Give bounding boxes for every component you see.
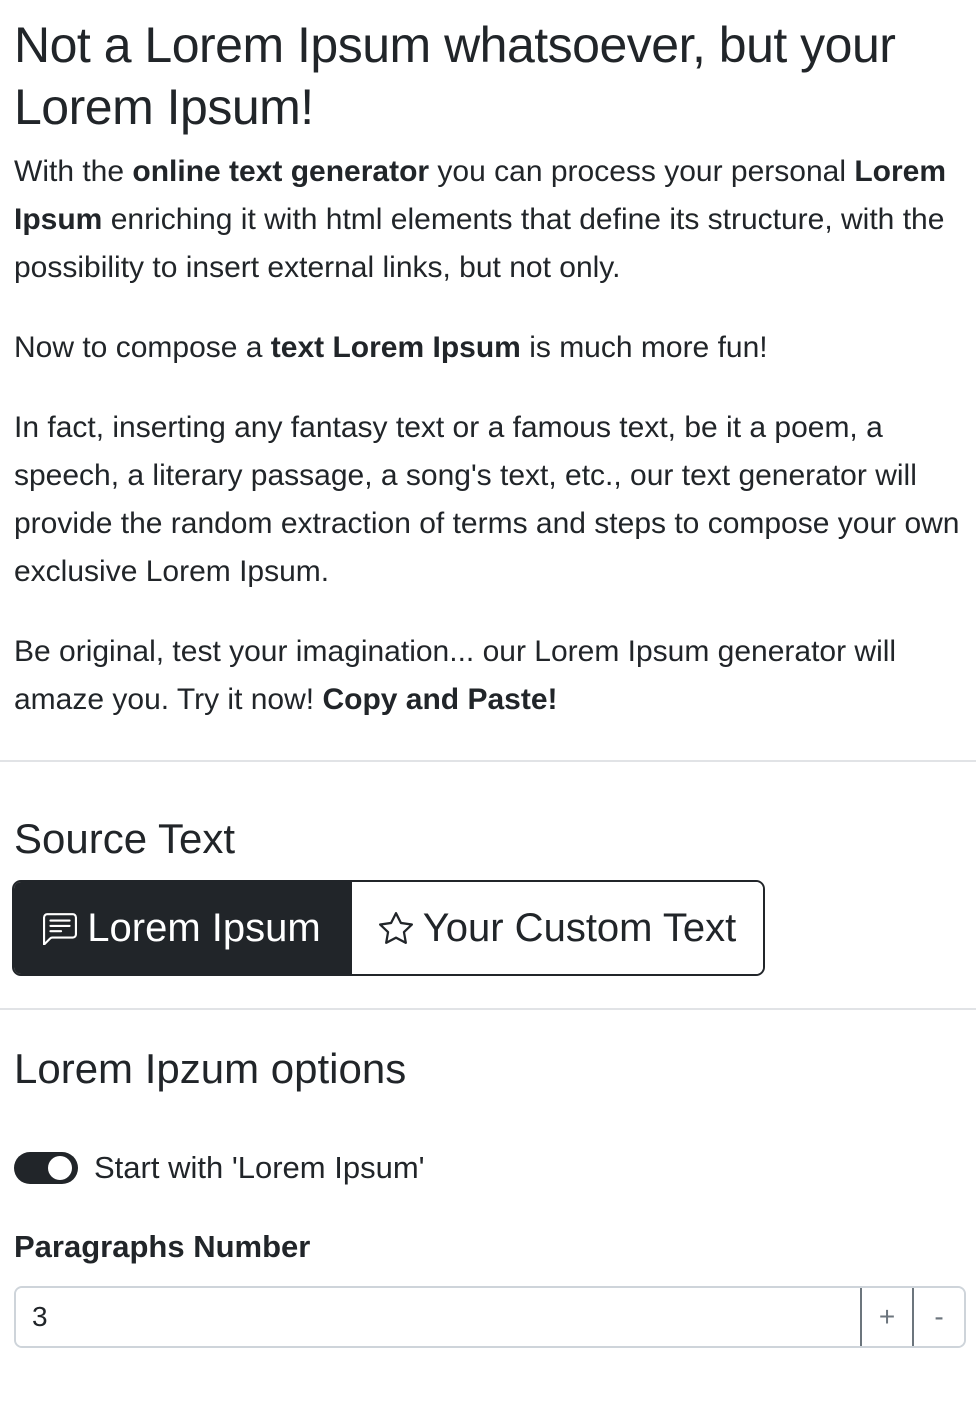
start-with-lorem-label[interactable]: Start with 'Lorem Ipsum' bbox=[94, 1150, 425, 1186]
options-heading: Lorem Ipzum options bbox=[14, 1045, 407, 1092]
custom-text-option-label: Your Custom Text bbox=[422, 905, 737, 950]
intro-p1-text-3: enriching it with html elements that def… bbox=[14, 203, 945, 284]
decrement-button[interactable]: - bbox=[912, 1288, 964, 1346]
increment-button[interactable]: + bbox=[860, 1288, 912, 1346]
chat-text-icon bbox=[43, 911, 78, 945]
star-icon bbox=[378, 911, 413, 945]
toggle-knob bbox=[48, 1156, 72, 1180]
intro-paragraph-2: Now to compose a text Lorem Ipsum is muc… bbox=[14, 324, 962, 372]
intro-p4-bold-1: Copy and Paste! bbox=[322, 683, 558, 716]
lorem-ipsum-option-button[interactable]: Lorem Ipsum bbox=[14, 882, 350, 974]
paragraphs-number-input-group: + - bbox=[14, 1286, 966, 1348]
source-text-heading: Source Text bbox=[14, 815, 236, 862]
intro-p1-text-2: you can process your personal bbox=[429, 155, 855, 188]
start-with-lorem-switch-row: Start with 'Lorem Ipsum' bbox=[14, 1148, 976, 1188]
custom-text-option-button[interactable]: Your Custom Text bbox=[350, 882, 763, 974]
intro-p1-bold-1: online text generator bbox=[132, 155, 430, 188]
intro-paragraph-4: Be original, test your imagination... ou… bbox=[14, 628, 962, 724]
paragraphs-number-input[interactable] bbox=[16, 1288, 860, 1346]
page-title: Not a Lorem Ipsum whatsoever, but your L… bbox=[14, 17, 896, 135]
lorem-ipsum-option-label: Lorem Ipsum bbox=[87, 905, 321, 950]
source-text-toggle-group: Lorem Ipsum Your Custom Text bbox=[12, 880, 765, 976]
divider bbox=[0, 1008, 976, 1010]
divider bbox=[0, 760, 976, 762]
start-with-lorem-toggle[interactable] bbox=[14, 1152, 78, 1184]
paragraphs-number-label: Paragraphs Number bbox=[14, 1229, 311, 1264]
intro-paragraph-3: In fact, inserting any fantasy text or a… bbox=[14, 411, 960, 588]
intro-p2-text-1: Now to compose a bbox=[14, 331, 271, 364]
intro-paragraph-1: With the online text generator you can p… bbox=[14, 148, 962, 292]
intro-section: Not a Lorem Ipsum whatsoever, but your L… bbox=[0, 0, 976, 724]
intro-p2-bold-1: text Lorem Ipsum bbox=[270, 331, 521, 364]
intro-p2-text-2: is much more fun! bbox=[520, 331, 768, 364]
intro-p1-text-1: With the bbox=[14, 155, 133, 188]
